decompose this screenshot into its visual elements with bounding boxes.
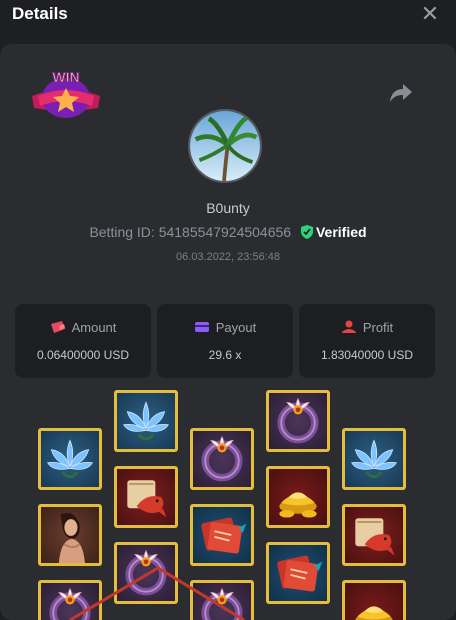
slot-reels: [0, 390, 456, 620]
wallet-icon: [50, 321, 65, 333]
avatar: [188, 109, 262, 183]
slot-symbol-gold-icon: [342, 580, 406, 620]
betting-id-row: Betting ID: 54185547924504656 Verified: [0, 224, 456, 240]
slot-symbol-ring-icon: [266, 390, 330, 452]
profit-label: Profit: [362, 320, 394, 335]
close-icon: ✕: [420, 1, 440, 26]
details-card: WIN B0unty Betting ID: 54185547924504656…: [0, 44, 456, 620]
slot-symbol-ring-icon: [38, 580, 102, 620]
slot-symbol-koi-icon: [342, 504, 406, 566]
betting-id-label: Betting ID:: [89, 224, 155, 240]
stat-profit: Profit 1.83040000 USD: [299, 304, 435, 378]
slot-symbol-ring-icon: [190, 580, 254, 620]
slot-symbol-lady-icon: [38, 504, 102, 566]
shield-check-icon: [300, 225, 313, 239]
modal-title: Details: [12, 4, 68, 23]
payout-value: 29.6 x: [208, 348, 242, 362]
stat-payout: Payout 29.6 x: [157, 304, 293, 378]
slot-symbol-koi-icon: [114, 466, 178, 528]
verified-label: Verified: [315, 224, 367, 240]
slot-symbol-lotus-icon: [114, 390, 178, 452]
slot-symbol-lotus-icon: [38, 428, 102, 490]
bet-datetime: 06.03.2022, 23:56:48: [176, 251, 280, 263]
betting-id-value: 54185547924504656: [158, 224, 292, 240]
profit-icon: [341, 320, 356, 333]
card-icon: [194, 322, 209, 332]
profit-value: 1.83040000 USD: [320, 348, 414, 362]
stat-amount: Amount 0.06400000 USD: [15, 304, 151, 378]
modal-header: Details ✕: [0, 0, 456, 30]
win-badge-text: WIN: [52, 69, 79, 85]
close-button[interactable]: ✕: [418, 1, 442, 26]
slot-symbol-card-icon: [266, 542, 330, 604]
share-icon: [390, 84, 412, 102]
slot-symbol-lotus-icon: [342, 428, 406, 490]
amount-label: Amount: [71, 320, 117, 335]
slot-symbol-card-icon: [190, 504, 254, 566]
share-button[interactable]: [388, 82, 414, 104]
slot-symbol-ring-icon: [190, 428, 254, 490]
payout-label: Payout: [215, 320, 257, 335]
win-badge-icon: WIN: [28, 66, 104, 122]
amount-value: 0.06400000 USD: [36, 348, 130, 362]
username: B0unty: [206, 200, 250, 216]
slot-symbol-ring-icon: [114, 542, 178, 604]
slot-symbol-gold-icon: [266, 466, 330, 528]
